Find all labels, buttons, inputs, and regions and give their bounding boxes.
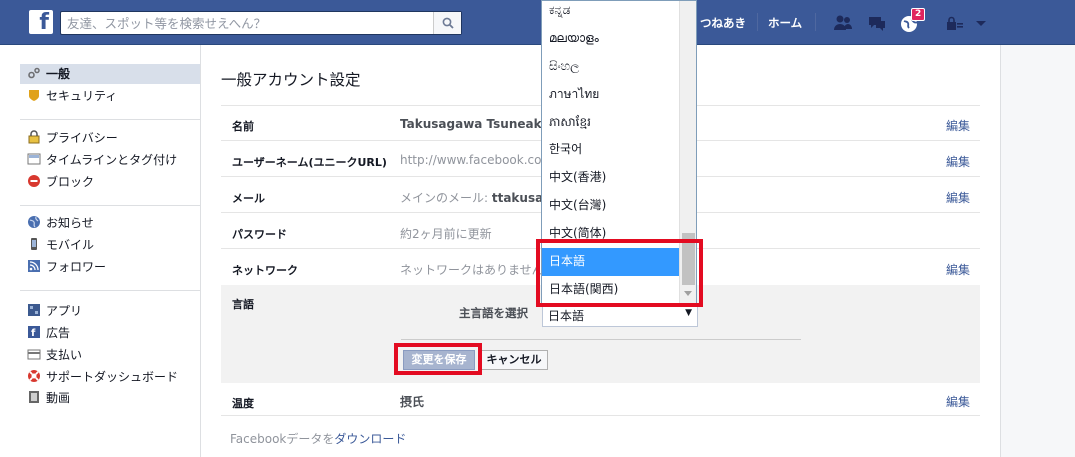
password-label: パスワード [232,228,287,241]
lifebuoy-icon [28,370,40,382]
language-label: 言語 [232,298,254,311]
sidebar-item-label: ブロック [46,175,95,189]
sidebar-separator [20,290,200,291]
sidebar-item-label: 支払い [46,348,83,362]
language-select-value: 日本語 [548,309,585,323]
search-button[interactable] [433,12,461,34]
email-prefix: メインのメール: [400,191,492,205]
sidebar-item-label: 広告 [46,326,71,340]
language-option[interactable]: ភាសាខ្មែរ [542,109,679,137]
gear-icon [28,67,40,79]
sidebar-item-blocking[interactable]: ブロック [20,172,200,192]
sidebar-item-label: サポートダッシュボード [46,370,179,384]
download-prefix: Facebookデータを [230,432,335,446]
language-option[interactable]: ภาษาไทย [542,81,679,109]
cancel-button[interactable]: キャンセル [480,350,548,370]
sidebar-item-mobile[interactable]: モバイル [20,235,200,255]
sidebar-item-ads[interactable]: f 広告 [20,323,200,343]
lock-icon [28,130,40,144]
edit-email-link[interactable]: 編集 [946,189,970,206]
sidebar-item-label: プライバシー [46,131,118,145]
nav-separator [757,13,758,31]
privacy-shortcuts-icon[interactable] [944,14,966,36]
nav-home-link[interactable]: ホーム [768,15,802,31]
temperature-value: 摂氏 [400,395,425,409]
language-option[interactable]: 한국어 [542,136,679,164]
sidebar-item-general[interactable]: 一般 [20,64,200,84]
name-value: Takusagawa Tsuneaki [400,117,546,131]
search-icon [442,17,454,29]
messages-icon[interactable] [866,12,888,34]
search-box[interactable] [60,11,462,35]
timeline-icon [27,153,41,165]
temperature-label: 温度 [232,397,254,410]
facebook-logo-icon[interactable]: f [29,10,53,34]
sidebar-item-label: タイムラインとタグ付け [46,153,178,167]
sidebar-item-security[interactable]: セキュリティ [20,86,200,106]
rss-icon [28,260,40,272]
japanese-options-highlight-box [536,239,703,307]
apps-icon [28,304,40,316]
mobile-icon [31,238,37,250]
globe-icon [28,216,40,228]
account-menu-chevron-down-icon[interactable] [970,12,992,34]
sidebar-separator [20,119,200,120]
language-option[interactable]: 中文(香港) [542,164,679,192]
shield-icon [29,90,39,101]
sidebar-item-followers[interactable]: フォロワー [20,257,200,277]
sidebar-item-payments[interactable]: 支払い [20,345,200,365]
edit-temperature-link[interactable]: 編集 [946,393,970,410]
row-divider [221,415,980,416]
sidebar-item-notifications[interactable]: お知らせ [20,213,200,233]
sidebar-item-label: モバイル [46,238,95,252]
top-navigation-bar: f つねあき ホーム 2 [0,0,1075,45]
sidebar-item-label: 動画 [46,391,71,405]
sidebar-item-privacy[interactable]: プライバシー [20,128,200,148]
svg-text:f: f [31,328,36,339]
sidebar-item-label: 一般 [46,67,71,81]
dropdown-arrow-icon: ▼ [685,308,692,318]
nav-separator [815,13,816,31]
username-label: ユーザーネーム(ユニークURL) [232,156,387,169]
save-button-highlight-box [394,343,482,375]
edit-username-link[interactable]: 編集 [946,153,970,170]
language-option[interactable]: 中文(台灣) [542,192,679,220]
sidebar-item-videos[interactable]: 動画 [20,388,200,408]
sidebar-item-support-dashboard[interactable]: サポートダッシュボード [20,367,200,387]
username-value: http://www.facebook.com/t [400,153,562,167]
notification-badge: 2 [911,8,926,21]
block-icon [28,175,40,187]
edit-name-link[interactable]: 編集 [946,117,970,134]
language-option[interactable]: සිංහල [542,53,679,81]
sidebar-item-label: フォロワー [46,260,107,274]
nav-profile-link[interactable]: つねあき [700,15,746,31]
sidebar-separator [20,205,200,206]
edit-network-link[interactable]: 編集 [946,261,970,278]
sidebar-item-apps[interactable]: アプリ [20,301,200,321]
password-value: 約2ヶ月前に更新 [400,227,492,241]
language-option[interactable]: മലയാളം [542,25,679,53]
sidebar-item-label: セキュリティ [46,89,118,103]
language-option[interactable]: ಕನ್ನಡ [542,1,679,25]
primary-language-label: 主言語を選択 [459,306,528,320]
download-data-text: Facebookデータをダウンロード [230,430,406,447]
friend-requests-icon[interactable] [832,12,854,34]
right-sidebar-strip [1000,45,1075,457]
network-label: ネットワーク [232,264,298,277]
film-icon [29,391,39,403]
card-icon [27,349,41,360]
email-label: メール [232,192,265,205]
ads-icon: f [28,326,40,339]
sidebar-item-timeline-tagging[interactable]: タイムラインとタグ付け [20,150,200,170]
page-title: 一般アカウント設定 [221,71,361,89]
download-link[interactable]: ダウンロード [334,432,406,446]
search-input[interactable] [61,12,433,34]
sidebar-item-label: お知らせ [46,216,94,230]
language-panel-divider [401,339,801,340]
sidebar-divider-line [200,45,201,457]
sidebar-item-label: アプリ [46,304,83,318]
network-value: ネットワークはありません。 [400,263,556,277]
email-value: メインのメール: ttakusa@g [400,189,564,206]
name-label: 名前 [232,120,254,133]
